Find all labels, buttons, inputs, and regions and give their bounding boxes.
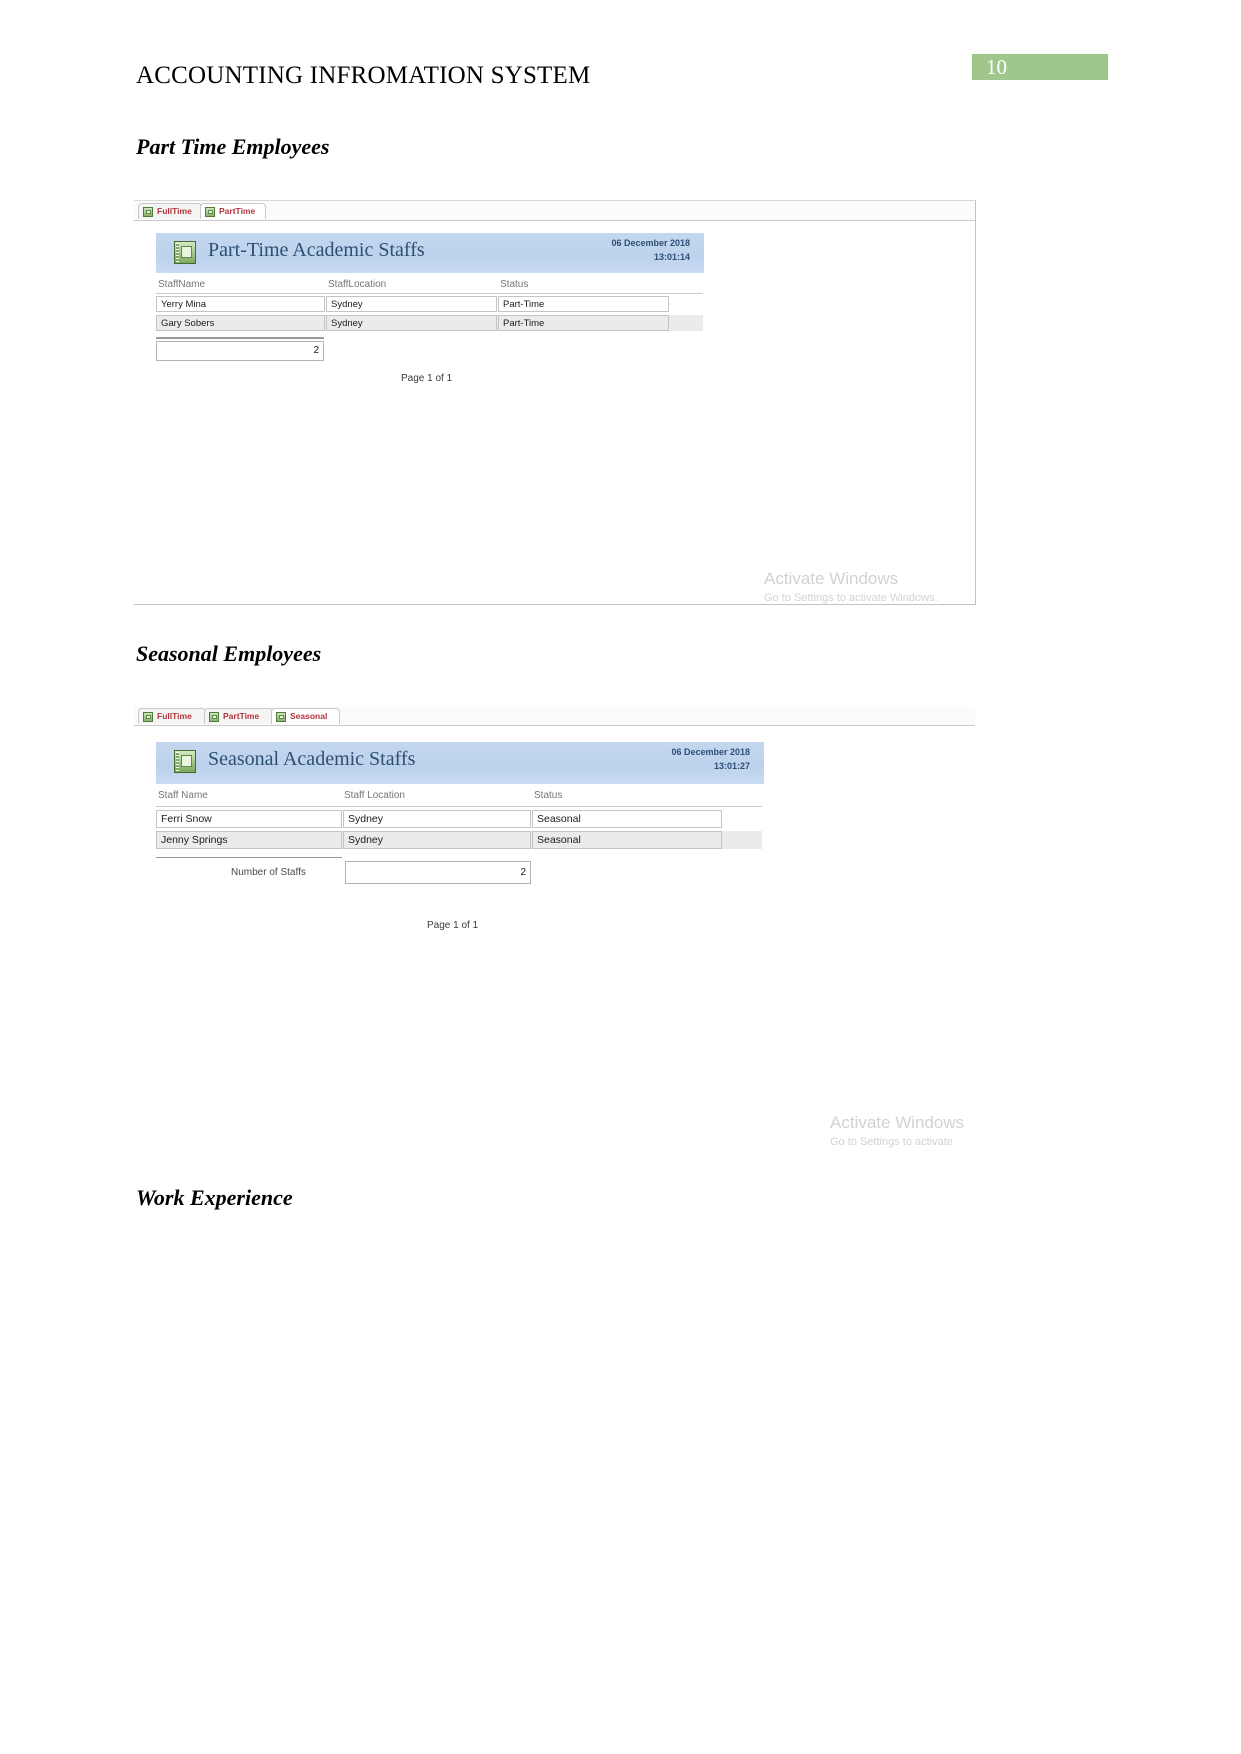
report-time: 13:01:14 (653, 252, 690, 262)
tab-label: Seasonal (290, 711, 328, 722)
count-label: Number of Staffs (231, 867, 306, 878)
column-header-status: Status (534, 790, 563, 801)
table-cell: Sydney (326, 315, 497, 331)
report-date: 06 December 2018 (611, 238, 690, 248)
count-divider (156, 337, 324, 339)
report-icon (143, 711, 153, 722)
tab-label: FullTime (157, 206, 192, 217)
table-cell: Yerry Mina (156, 296, 325, 312)
report-title: Seasonal Academic Staffs (208, 748, 416, 770)
tab-label: PartTime (219, 206, 256, 217)
watermark-clip: Activate Windows Go to Settings to activ… (830, 1113, 975, 1149)
table-cell: Seasonal (532, 810, 722, 828)
header-divider (156, 806, 762, 807)
report-time: 13:01:27 (713, 761, 750, 771)
report-tab-strip: FullTime PartTime Seasonal (134, 706, 975, 726)
section-heading-work-experience: Work Experience (136, 1185, 293, 1210)
staff-count-field: 2 (156, 341, 324, 361)
tab-parttime[interactable]: PartTime (204, 708, 273, 724)
report-icon (209, 711, 219, 722)
tab-fulltime[interactable]: FullTime (138, 203, 202, 219)
tab-label: FullTime (157, 711, 192, 722)
watermark-title: Activate Windows (764, 569, 899, 588)
table-cell: Sydney (343, 831, 531, 849)
activate-windows-watermark: Activate Windows Go to Settings to activ… (830, 1113, 964, 1148)
column-header-staff-name: Staff Name (158, 790, 208, 801)
report-date: 06 December 2018 (671, 747, 750, 757)
access-report-screenshot-seasonal: FullTime PartTime Seasonal Seasonal Acad… (134, 706, 975, 1149)
document-header: ACCOUNTING INFROMATION SYSTEM 10 (0, 0, 1241, 110)
count-divider (156, 857, 342, 858)
table-cell: Part-Time (498, 315, 669, 331)
report-icon (205, 206, 215, 217)
table-cell: Seasonal (532, 831, 722, 849)
tab-fulltime[interactable]: FullTime (138, 708, 206, 724)
report-title: Part-Time Academic Staffs (208, 239, 425, 261)
table-cell: Ferri Snow (156, 810, 342, 828)
page-number-badge: 10 (972, 54, 1108, 80)
watermark-subtitle: Go to Settings to activate Windows. (764, 592, 938, 604)
page-title: ACCOUNTING INFROMATION SYSTEM (136, 62, 591, 89)
column-header-status: Status (500, 279, 529, 290)
tab-label: PartTime (223, 711, 260, 722)
access-report-screenshot-parttime: FullTime PartTime Part-Time Academic Sta… (134, 200, 976, 605)
table-cell: Sydney (343, 810, 531, 828)
column-header-staff-location: StaffLocation (328, 279, 387, 290)
report-title-band: Seasonal Academic Staffs 06 December 201… (156, 742, 764, 784)
column-header-staff-name: StaffName (158, 279, 206, 290)
staff-count-field: 2 (345, 861, 531, 884)
table-cell: Jenny Springs (156, 831, 342, 849)
tab-parttime[interactable]: PartTime (200, 203, 266, 219)
page-footer: Page 1 of 1 (427, 920, 479, 931)
report-icon (276, 711, 286, 722)
header-divider (156, 293, 703, 294)
section-heading-part-time: Part Time Employees (136, 134, 330, 159)
column-header-staff-location: Staff Location (344, 790, 405, 801)
table-cell: Part-Time (498, 296, 669, 312)
report-tab-strip: FullTime PartTime (134, 201, 975, 221)
page-number-text: 10 (986, 55, 1007, 79)
report-icon (143, 206, 153, 217)
activate-windows-watermark: Activate Windows Go to Settings to activ… (764, 569, 938, 604)
table-cell: Sydney (326, 296, 497, 312)
page-footer: Page 1 of 1 (401, 373, 453, 384)
report-book-icon (174, 750, 196, 773)
report-book-icon (174, 241, 196, 264)
section-heading-seasonal: Seasonal Employees (136, 641, 322, 666)
table-cell: Gary Sobers (156, 315, 325, 331)
tab-seasonal[interactable]: Seasonal (271, 708, 340, 724)
watermark-clip: Activate Windows Go to Settings to activ… (764, 569, 975, 604)
report-title-band: Part-Time Academic Staffs 06 December 20… (156, 233, 704, 273)
watermark-subtitle: Go to Settings to activate (830, 1136, 953, 1148)
watermark-title: Activate Windows (830, 1113, 965, 1132)
